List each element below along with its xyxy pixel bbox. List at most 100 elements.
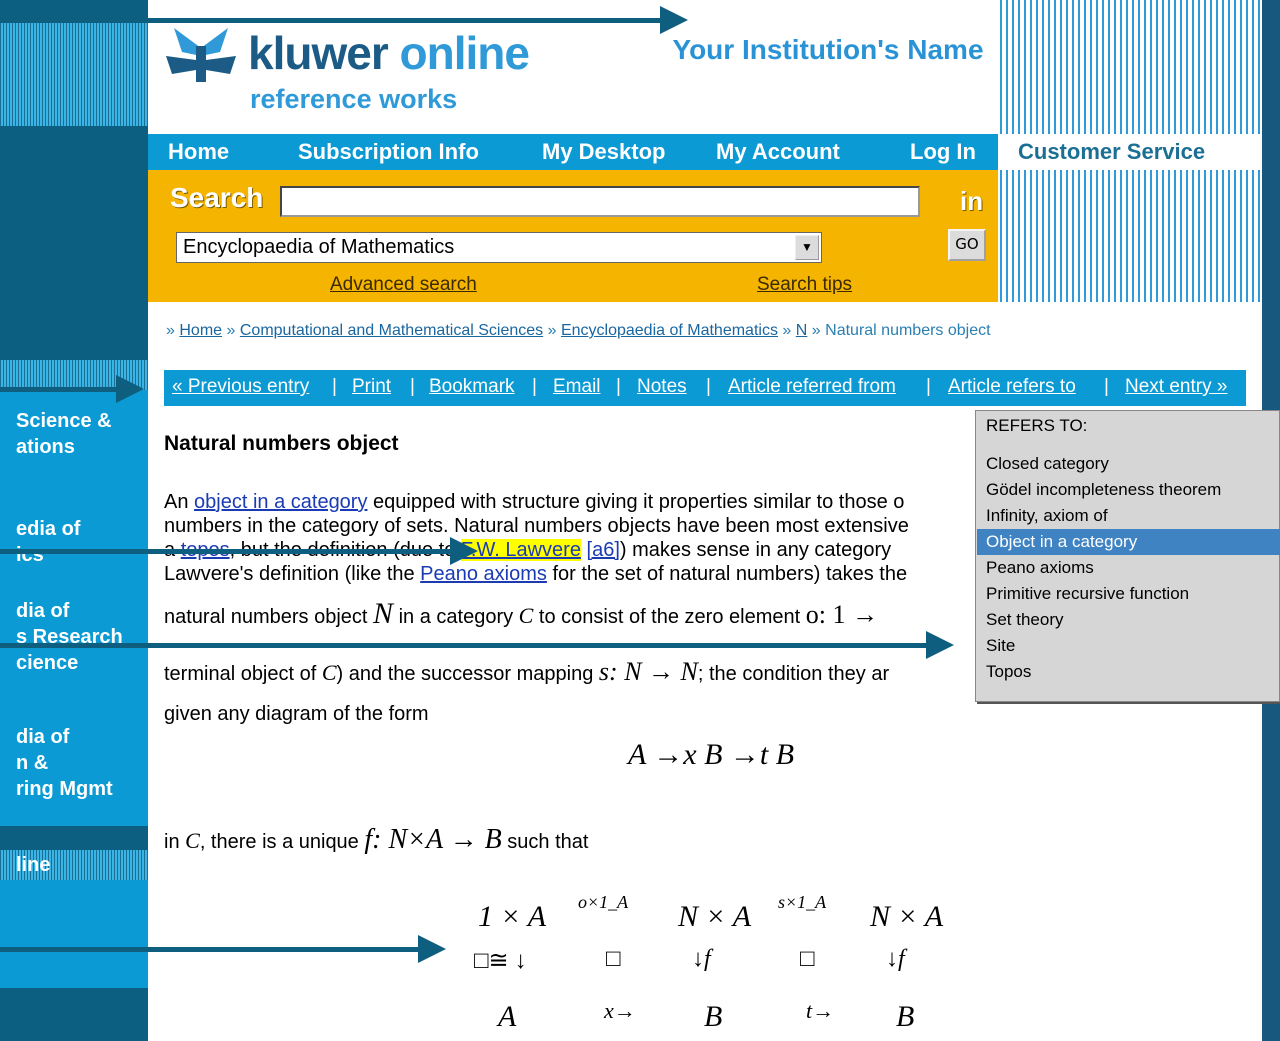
arrow-right-icon: [450, 537, 478, 565]
refers-to-item[interactable]: Gödel incompleteness theorem: [977, 477, 1280, 503]
article-title: Natural numbers object: [164, 432, 399, 455]
nav-subscription-info[interactable]: Subscription Info: [298, 139, 479, 165]
article-line: Lawvere's definition (like the Peano axi…: [164, 562, 907, 586]
article-text: in a category: [393, 606, 519, 628]
article-text: natural numbers object: [164, 606, 374, 628]
brand-logo[interactable]: kluwer online reference works: [166, 22, 586, 122]
sidebar-item-encyclopedia-or[interactable]: dia of s Research cience: [16, 598, 123, 676]
search-input[interactable]: [280, 186, 920, 217]
object-in-category-link[interactable]: object in a category: [194, 491, 367, 513]
sidebar-band: [0, 988, 148, 1041]
equation-diagram-form: A →x B →t B: [628, 738, 794, 772]
article-text: Lawvere's definition (like the: [164, 563, 421, 585]
diagram-node: N × A: [678, 900, 752, 933]
arrow-right-icon: [418, 935, 446, 963]
peano-axioms-link[interactable]: Peano axioms: [420, 563, 547, 585]
refers-to-item[interactable]: Closed category: [977, 451, 1280, 477]
diagram-node: B: [896, 1000, 915, 1033]
diagram-node: N × A: [870, 900, 944, 933]
search-scope-value: Encyclopaedia of Mathematics: [183, 236, 455, 258]
article-text: ) and the successor mapping: [336, 663, 599, 685]
refers-to-item[interactable]: Site: [977, 633, 1280, 659]
nav-log-in[interactable]: Log In: [910, 139, 976, 165]
go-button[interactable]: GO: [948, 229, 986, 261]
article-text: terminal object of: [164, 663, 322, 685]
sidebar-item-science[interactable]: Science & ations: [16, 408, 112, 460]
next-entry-link[interactable]: Next entry »: [1125, 376, 1227, 398]
article-line: in C, there is a unique f: N×A → B such …: [164, 820, 588, 862]
breadcrumb-home[interactable]: Home: [179, 322, 222, 339]
nav-my-account[interactable]: My Account: [716, 139, 840, 165]
toolbar-separator: |: [532, 376, 537, 397]
refers-to-item[interactable]: Set theory: [977, 607, 1280, 633]
arrow-right-icon: [116, 375, 144, 403]
search-label: Search: [170, 182, 264, 213]
breadcrumb-separator: »: [811, 322, 821, 339]
toolbar-separator: |: [706, 376, 711, 397]
refers-to-item[interactable]: Peano axioms: [977, 555, 1280, 581]
search-scope-select[interactable]: Encyclopaedia of Mathematics ▼: [176, 232, 822, 263]
diagram-node: A: [498, 1000, 517, 1033]
refers-to-item[interactable]: Topos: [977, 659, 1280, 685]
institution-name: Your Institution's Name: [672, 34, 984, 65]
article-line: An object in a category equipped with st…: [164, 490, 904, 514]
toolbar-separator: |: [1104, 376, 1109, 397]
math-expression: o: 1 →: [805, 600, 878, 629]
sidebar-item-encyclopedia-math[interactable]: edia of ics: [16, 516, 80, 568]
left-sidebar: Science & ations edia of ics dia of s Re…: [0, 0, 148, 1041]
article-text: ; the condition they ar: [697, 663, 890, 685]
search-tips-link[interactable]: Search tips: [757, 274, 852, 296]
nav-home[interactable]: Home: [168, 139, 229, 165]
print-link[interactable]: Print: [352, 376, 391, 398]
math-symbol: C: [321, 660, 337, 685]
nav-my-desktop[interactable]: My Desktop: [542, 139, 665, 165]
breadcrumb-separator: »: [226, 322, 236, 339]
article-line: numbers in the category of sets. Natural…: [164, 515, 909, 537]
advanced-search-link[interactable]: Advanced search: [330, 274, 477, 296]
diagram-node: 1 × A: [478, 900, 547, 933]
math-symbol: C: [518, 603, 534, 628]
email-link[interactable]: Email: [553, 376, 601, 398]
breadcrumb: » Home » Computational and Mathematical …: [166, 322, 991, 340]
previous-entry-link[interactable]: « Previous entry: [172, 376, 309, 398]
diagram-arrow-label: t→: [806, 998, 835, 1023]
article-text: such that: [501, 831, 589, 853]
search-in-label: in: [960, 186, 984, 216]
article-line: natural numbers object N in a category C…: [164, 594, 878, 637]
math-symbol: N: [373, 597, 394, 630]
bookmark-link[interactable]: Bookmark: [429, 376, 515, 398]
refers-to-popup: REFERS TO: Closed category Gödel incompl…: [975, 410, 1280, 702]
breadcrumb-cms[interactable]: Computational and Mathematical Sciences: [240, 322, 543, 339]
brand-subtitle: reference works: [250, 84, 458, 114]
breadcrumb-separator: »: [166, 322, 175, 339]
breadcrumb-eom[interactable]: Encyclopaedia of Mathematics: [561, 322, 778, 339]
brand-title: kluwer online: [248, 27, 530, 79]
article-refers-to-link[interactable]: Article refers to: [948, 376, 1076, 398]
diagram-arrow-label: o×1_A: [578, 892, 629, 912]
diagram-vertical-arrow: □≅ ↓: [474, 948, 527, 974]
article-referred-from-link[interactable]: Article referred from: [728, 376, 896, 398]
chevron-down-icon[interactable]: ▼: [795, 235, 819, 260]
kluwer-logo-icon: [166, 28, 236, 82]
refers-to-item-selected[interactable]: Object in a category: [977, 529, 1280, 555]
refers-to-item[interactable]: Primitive recursive function: [977, 581, 1280, 607]
refers-to-item[interactable]: Infinity, axiom of: [977, 503, 1280, 529]
diagram-arrow-label: s×1_A: [778, 892, 827, 912]
top-nav: Home Subscription Info My Desktop My Acc…: [148, 134, 998, 170]
sidebar-band: [0, 126, 148, 360]
math-expression: f: N×A → B: [364, 824, 502, 855]
notes-link[interactable]: Notes: [637, 376, 687, 398]
sidebar-item-online[interactable]: line: [16, 852, 50, 878]
article-text: An: [164, 491, 195, 513]
nav-customer-service[interactable]: Customer Service: [1018, 139, 1205, 165]
sidebar-item-encyclopedia-production[interactable]: dia of n & ring Mgmt: [16, 724, 113, 802]
breadcrumb-n[interactable]: N: [796, 322, 808, 339]
article-line: terminal object of C) and the successor …: [164, 652, 889, 694]
breadcrumb-separator: »: [782, 322, 792, 339]
article-text: to consist of the zero element: [533, 606, 806, 628]
lawvere-link[interactable]: F.W. Lawvere: [460, 539, 581, 561]
toolbar-separator: |: [410, 376, 415, 397]
breadcrumb-current: Natural numbers object: [825, 322, 991, 339]
reference-a6-link[interactable]: [a6]: [587, 539, 620, 561]
arrow-right-icon: [926, 631, 954, 659]
